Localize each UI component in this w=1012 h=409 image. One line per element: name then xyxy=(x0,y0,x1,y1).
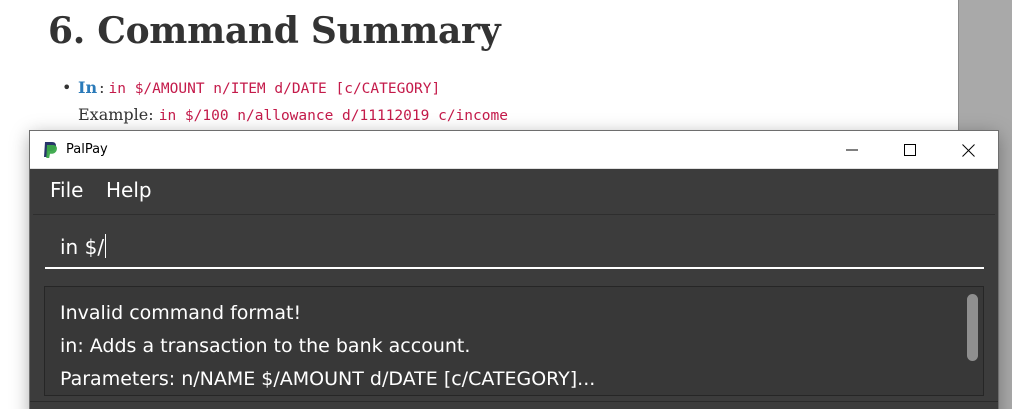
command-example: Example: in $/100 n/allowance d/11112019… xyxy=(78,105,508,124)
window-title: PalPay xyxy=(66,142,108,157)
menu-bar: File Help xyxy=(30,169,998,214)
title-bar[interactable]: PalPay xyxy=(30,131,998,169)
example-code: in $/100 n/allowance d/11112019 c/income xyxy=(158,108,508,124)
page-heading: 6. Command Summary xyxy=(48,10,501,52)
menu-help[interactable]: Help xyxy=(102,178,156,202)
paypal-logo-icon xyxy=(44,142,57,158)
close-icon xyxy=(961,143,975,157)
result-line-usage: in: Adds a transaction to the bank accou… xyxy=(60,335,471,357)
app-window: PalPay File Help in $/ Invalid command f… xyxy=(30,131,998,409)
command-list-item: • In: in $/AMOUNT n/ITEM d/DATE [c/CATEGOR… xyxy=(62,78,440,97)
text-caret xyxy=(105,234,107,258)
result-display: Invalid command format! in: Adds a trans… xyxy=(44,286,984,396)
result-scrollbar[interactable] xyxy=(967,294,978,361)
result-text: Invalid command format! in: Adds a trans… xyxy=(60,297,595,396)
list-bullet: • xyxy=(62,78,72,97)
example-label: Example: xyxy=(78,105,154,124)
minimize-button[interactable] xyxy=(823,131,881,169)
result-line-parameters: Parameters: n/NAME $/AMOUNT d/DATE [c/CA… xyxy=(60,368,596,390)
command-syntax: in $/AMOUNT n/ITEM d/DATE [c/CATEGORY] xyxy=(108,81,441,97)
maximize-button[interactable] xyxy=(881,131,939,169)
command-input[interactable]: in $/ xyxy=(45,227,984,269)
command-input-text: in $/ xyxy=(60,235,105,259)
close-button[interactable] xyxy=(939,131,997,169)
result-line-error: Invalid command format! xyxy=(60,302,302,324)
command-separator: : xyxy=(99,78,105,97)
minimize-icon xyxy=(846,149,858,151)
menu-file[interactable]: File xyxy=(46,178,87,202)
command-name-link[interactable]: In xyxy=(78,78,97,97)
maximize-icon xyxy=(904,144,916,156)
command-box-panel: in $/ xyxy=(33,214,995,282)
list-panel-edge xyxy=(30,401,998,409)
